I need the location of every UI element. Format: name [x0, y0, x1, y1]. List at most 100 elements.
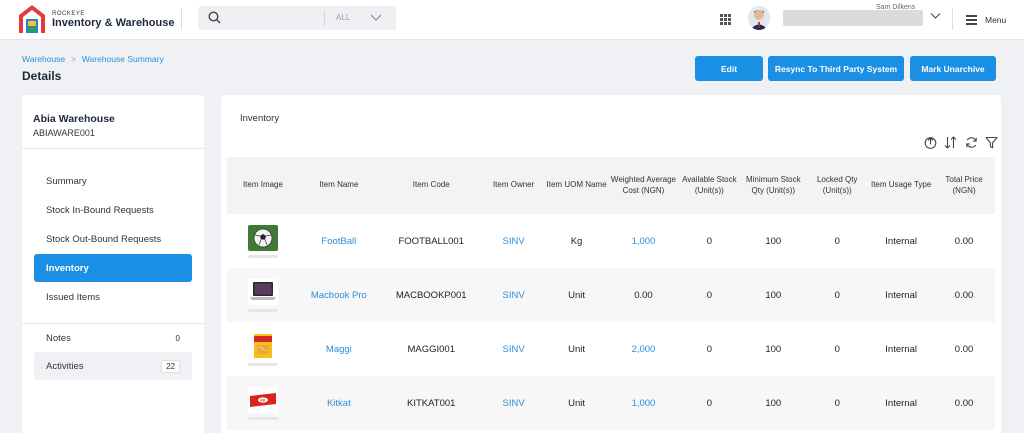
available-stock: 0	[706, 235, 713, 247]
available-stock: 0	[706, 397, 713, 409]
total-price: 0.00	[954, 343, 974, 355]
inventory-title: Inventory	[240, 113, 280, 124]
breadcrumb-warehouse[interactable]: Warehouse	[22, 54, 65, 64]
locked-qty: 0	[834, 289, 840, 301]
column-header[interactable]: Item Usage Type	[869, 180, 933, 191]
table-row[interactable]: Macbook Pro MACBOOKP001 SINV Unit 0.00 0…	[227, 268, 995, 322]
warehouse-code: ABIAWARE001	[33, 128, 95, 138]
item-owner-link[interactable]: SINV	[484, 290, 544, 301]
sidebar-item-inventory[interactable]: Inventory	[34, 254, 192, 282]
image-shadow	[247, 362, 278, 366]
item-name-link[interactable]: Kitkat	[299, 398, 379, 409]
top-bar: ROCKEYE Inventory & Warehouse ALL Sam Di…	[0, 0, 1024, 40]
sort-icon[interactable]	[944, 136, 957, 149]
image-shadow	[247, 416, 278, 420]
image-shadow	[247, 254, 278, 258]
table-row[interactable]: KK Kitkat KITKAT001 SINV Unit 1,000 0 10…	[227, 376, 995, 430]
usage-type: Internal	[885, 235, 917, 247]
item-owner-link[interactable]: SINV	[484, 236, 544, 247]
column-header[interactable]: Locked Qty (Unit(s))	[805, 175, 869, 197]
item-name-link[interactable]: Macbook Pro	[299, 290, 379, 301]
user-email-redacted	[783, 10, 923, 26]
locked-qty: 0	[834, 397, 840, 409]
user-name[interactable]: Sam Dilkens	[876, 4, 915, 11]
chevron-down-icon[interactable]	[370, 12, 382, 22]
search-filter-select[interactable]: ALL	[336, 13, 350, 22]
column-header[interactable]: Item UOM Name	[544, 180, 610, 191]
table-row[interactable]: FootBall FOOTBALL001 SINV Kg 1,000 0 100…	[227, 214, 995, 268]
item-name-link[interactable]: FootBall	[299, 236, 379, 247]
sidebar-item-notes[interactable]: Notes 0	[34, 324, 192, 352]
item-code: MAGGI001	[407, 343, 455, 355]
item-code: FOOTBALL001	[398, 235, 464, 247]
app-title[interactable]: Inventory & Warehouse	[52, 17, 174, 29]
search-divider	[324, 10, 325, 26]
usage-type: Internal	[885, 343, 917, 355]
inventory-table: Item Image Item Name Item Code Item Owne…	[227, 157, 995, 430]
item-owner-link[interactable]: SINV	[484, 344, 544, 355]
usage-type: Internal	[885, 397, 917, 409]
activities-count: 22	[161, 359, 180, 373]
sidebar-item-stock-outbound[interactable]: Stock Out-Bound Requests	[34, 225, 192, 253]
breadcrumb: Warehouse > Warehouse Summary	[22, 54, 164, 64]
sidebar-item-stock-inbound[interactable]: Stock In-Bound Requests	[34, 196, 192, 224]
column-header[interactable]: Item Code	[379, 180, 484, 191]
notes-count: 0	[175, 333, 180, 343]
column-header[interactable]: Weighted Average Cost (NGN)	[610, 175, 678, 197]
total-price: 0.00	[954, 289, 974, 301]
available-stock: 0	[706, 343, 713, 355]
page-title: Details	[22, 69, 62, 83]
avg-cost-link[interactable]: 2,000	[610, 344, 678, 355]
item-name-link[interactable]: Maggi	[299, 344, 379, 355]
laptop-image	[247, 278, 278, 305]
image-shadow	[247, 308, 278, 312]
minimum-stock: 100	[765, 235, 782, 247]
sidebar-item-issued-items[interactable]: Issued Items	[34, 283, 192, 311]
column-header[interactable]: Item Image	[227, 180, 299, 191]
refresh-icon[interactable]	[965, 136, 978, 149]
item-uom: Kg	[570, 235, 583, 247]
menu-button[interactable]: Menu	[985, 15, 1006, 25]
avg-cost-link[interactable]: 1,000	[610, 398, 678, 409]
column-header[interactable]: Available Stock (Unit(s))	[677, 175, 741, 197]
breadcrumb-warehouse-summary[interactable]: Warehouse Summary	[82, 54, 164, 64]
column-header[interactable]: Item Name	[299, 180, 379, 191]
warehouse-sidebar: Abia Warehouse ABIAWARE001 Summary Stock…	[22, 95, 204, 433]
hamburger-menu-icon[interactable]	[966, 15, 977, 27]
noodles-image	[247, 332, 278, 359]
divider	[952, 8, 953, 30]
table-row[interactable]: Maggi MAGGI001 SINV Unit 2,000 0 100 0 I…	[227, 322, 995, 376]
column-header[interactable]: Item Owner	[484, 180, 544, 191]
avg-cost: 0.00	[634, 289, 653, 301]
export-icon[interactable]	[924, 136, 937, 149]
activities-label: Activities	[46, 360, 84, 372]
search-icon[interactable]	[208, 11, 221, 24]
item-uom: Unit	[568, 397, 585, 409]
item-owner-link[interactable]: SINV	[484, 398, 544, 409]
sidebar-item-summary[interactable]: Summary	[34, 167, 192, 195]
football-image	[247, 224, 278, 251]
table-header: Item Image Item Name Item Code Item Owne…	[227, 157, 995, 214]
column-header[interactable]: Minimum Stock Qty (Unit(s))	[741, 175, 805, 197]
avatar[interactable]	[748, 6, 770, 30]
filter-icon[interactable]	[985, 136, 998, 149]
minimum-stock: 100	[765, 343, 782, 355]
resync-button[interactable]: Resync To Third Party System	[768, 56, 904, 81]
divider	[22, 148, 204, 149]
total-price: 0.00	[954, 235, 974, 247]
avg-cost-link[interactable]: 1,000	[610, 236, 678, 247]
rockeye-logo-icon[interactable]	[18, 4, 46, 34]
column-header[interactable]: Total Price (NGN)	[933, 175, 995, 197]
edit-button[interactable]: Edit	[695, 56, 763, 81]
search-bar[interactable]: ALL	[198, 6, 396, 30]
usage-type: Internal	[885, 289, 917, 301]
mark-unarchive-button[interactable]: Mark Unarchive	[910, 56, 996, 81]
chevron-down-icon[interactable]	[930, 12, 941, 20]
apps-grid-icon[interactable]	[720, 14, 731, 25]
chevron-right-icon: >	[71, 54, 76, 64]
divider	[181, 8, 182, 30]
sidebar-item-activities[interactable]: Activities 22	[34, 352, 192, 380]
minimum-stock: 100	[765, 289, 782, 301]
total-price: 0.00	[954, 397, 974, 409]
svg-text:KK: KK	[261, 398, 266, 402]
